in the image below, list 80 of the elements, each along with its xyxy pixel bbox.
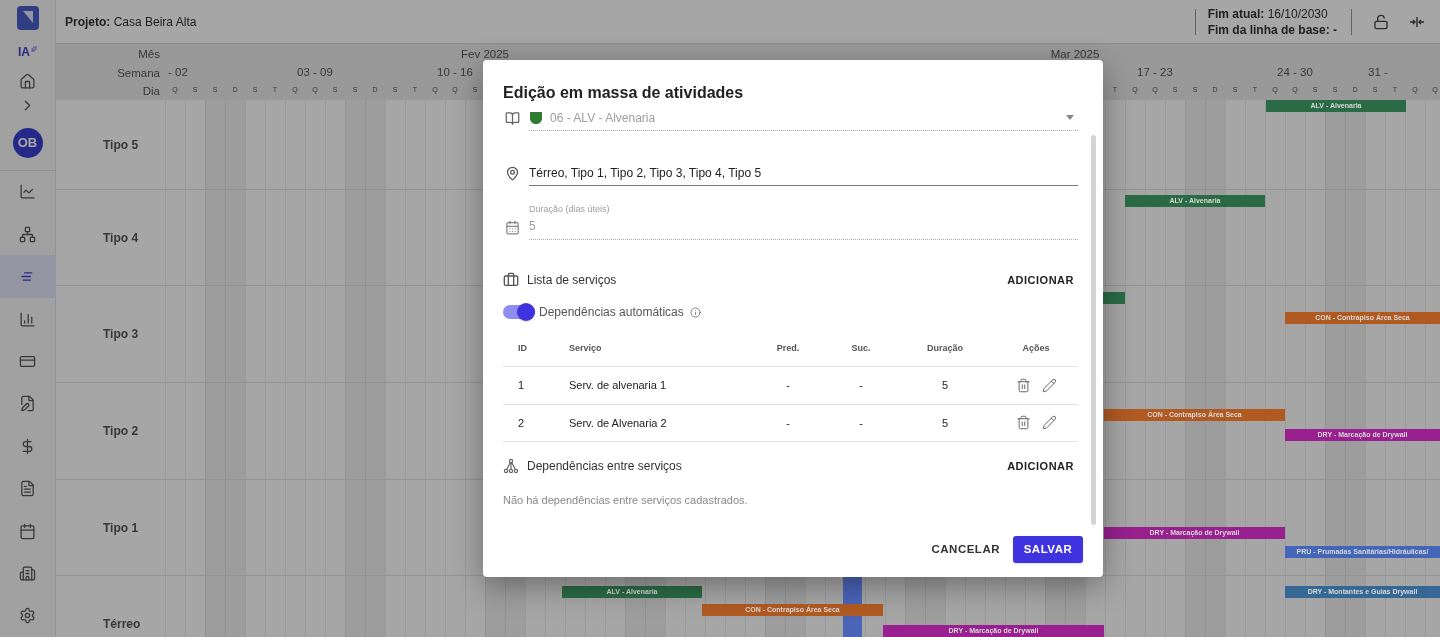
section-title: Dependências entre serviços	[527, 458, 683, 475]
column-header: Serviço	[569, 341, 602, 355]
shield-icon	[529, 110, 543, 125]
trash-icon	[1015, 377, 1031, 393]
table-cell-text: 5	[941, 415, 949, 431]
week-label: 31 -	[1368, 65, 1388, 80]
pencil-icon	[1041, 415, 1057, 431]
app-logo	[16, 5, 39, 30]
pencil-icon	[1041, 377, 1057, 393]
week-label: - 02	[168, 65, 188, 80]
book-icon	[505, 110, 520, 126]
table-cell-text: -	[786, 415, 790, 431]
location-pin-icon	[505, 165, 520, 181]
lock-icon	[1373, 13, 1389, 30]
toggle-label: Dependências automáticas	[539, 304, 684, 321]
row-label: Tipo 4	[103, 229, 139, 247]
delete-button[interactable]	[1015, 377, 1031, 393]
table-cell-text: 5	[941, 378, 949, 393]
column-header: ID	[518, 341, 527, 355]
row-label: Tipo 3	[103, 326, 139, 343]
calendar-icon	[505, 220, 520, 235]
row-label: Tipo 5	[103, 136, 139, 154]
cancel-button[interactable]: CANCELAR	[927, 536, 1004, 563]
dropdown-caret-icon	[1066, 115, 1074, 120]
table-cell-text: Serv. de Alvenaria 2	[569, 415, 667, 431]
add-service-button[interactable]: ADICIONAR	[1003, 268, 1078, 292]
document-icon	[19, 480, 36, 498]
discipline-select: 06 - ALV - Alvenaria	[529, 105, 1078, 131]
bar-chart-icon	[19, 310, 36, 328]
ai-label[interactable]: IA	[18, 42, 30, 61]
building-icon	[19, 564, 36, 582]
row-label: Tipo 2	[103, 423, 139, 440]
week-label: 24 - 30	[1277, 65, 1313, 80]
table-cell-text: -	[859, 378, 863, 393]
table-cell-text: -	[786, 378, 790, 393]
toggle-switch[interactable]	[503, 305, 535, 319]
locations-field[interactable]: Térreo, Tipo 1, Tipo 2, Tipo 3, Tipo 4, Tipo 5	[529, 160, 1078, 186]
scrollbar-thumb[interactable]	[1091, 135, 1096, 525]
row-label: Tipo 1	[103, 519, 139, 537]
column-header: Pred.	[776, 341, 800, 355]
month-label: Mar 2025	[1050, 47, 1100, 62]
duration-field: Duração (dias úteis) 5	[529, 203, 1078, 240]
line-chart-icon	[19, 183, 36, 201]
table-cell-text: Serv. de alvenaria 1	[569, 378, 667, 393]
table-cell-text: 2	[518, 415, 525, 431]
sparkle-icon	[31, 45, 37, 52]
header-label: Mês	[138, 47, 160, 62]
current-end-date: Fim atual: 16/10/2030	[1207, 5, 1329, 22]
section-title: Lista de serviços	[527, 272, 618, 289]
week-label: 10 - 16	[437, 65, 473, 80]
edit-button[interactable]	[1041, 377, 1057, 393]
edit-button[interactable]	[1041, 415, 1057, 431]
home-icon	[19, 72, 36, 90]
briefcase-icon	[503, 272, 519, 288]
project-title: Projeto: Casa Beira Alta	[65, 13, 197, 31]
trash-icon	[1015, 415, 1031, 431]
document-edit-icon	[19, 395, 36, 413]
baseline-end-date: Fim da linha de base: -	[1207, 21, 1337, 38]
info-icon[interactable]	[689, 306, 701, 318]
table-cell-text: -	[859, 415, 863, 431]
empty-message: Não há dependências entre serviços cadastrados.	[503, 493, 749, 508]
dependency-tree-icon	[503, 458, 519, 474]
header-label: Dia	[142, 84, 160, 100]
week-label: 03 - 09	[297, 65, 333, 80]
add-dependency-button[interactable]: ADICIONAR	[1003, 454, 1078, 478]
column-header: Duração	[927, 341, 963, 355]
dialog-title: Edição em massa de atividades	[503, 83, 745, 103]
save-button[interactable]: SALVAR	[1013, 536, 1083, 563]
user-avatar[interactable]: OB	[12, 127, 43, 158]
calendar-icon	[19, 522, 36, 540]
week-label: 17 - 23	[1137, 65, 1173, 80]
month-label: Fev 2025	[461, 47, 509, 62]
hierarchy-icon	[19, 225, 36, 243]
table-cell-text: 1	[518, 378, 525, 393]
header-label: Semana	[117, 65, 160, 81]
column-header: Ações	[1022, 341, 1050, 355]
delete-button[interactable]	[1015, 415, 1031, 431]
settings-icon	[19, 607, 36, 625]
column-header: Suc.	[851, 341, 871, 355]
row-label: Térreo	[103, 616, 141, 633]
